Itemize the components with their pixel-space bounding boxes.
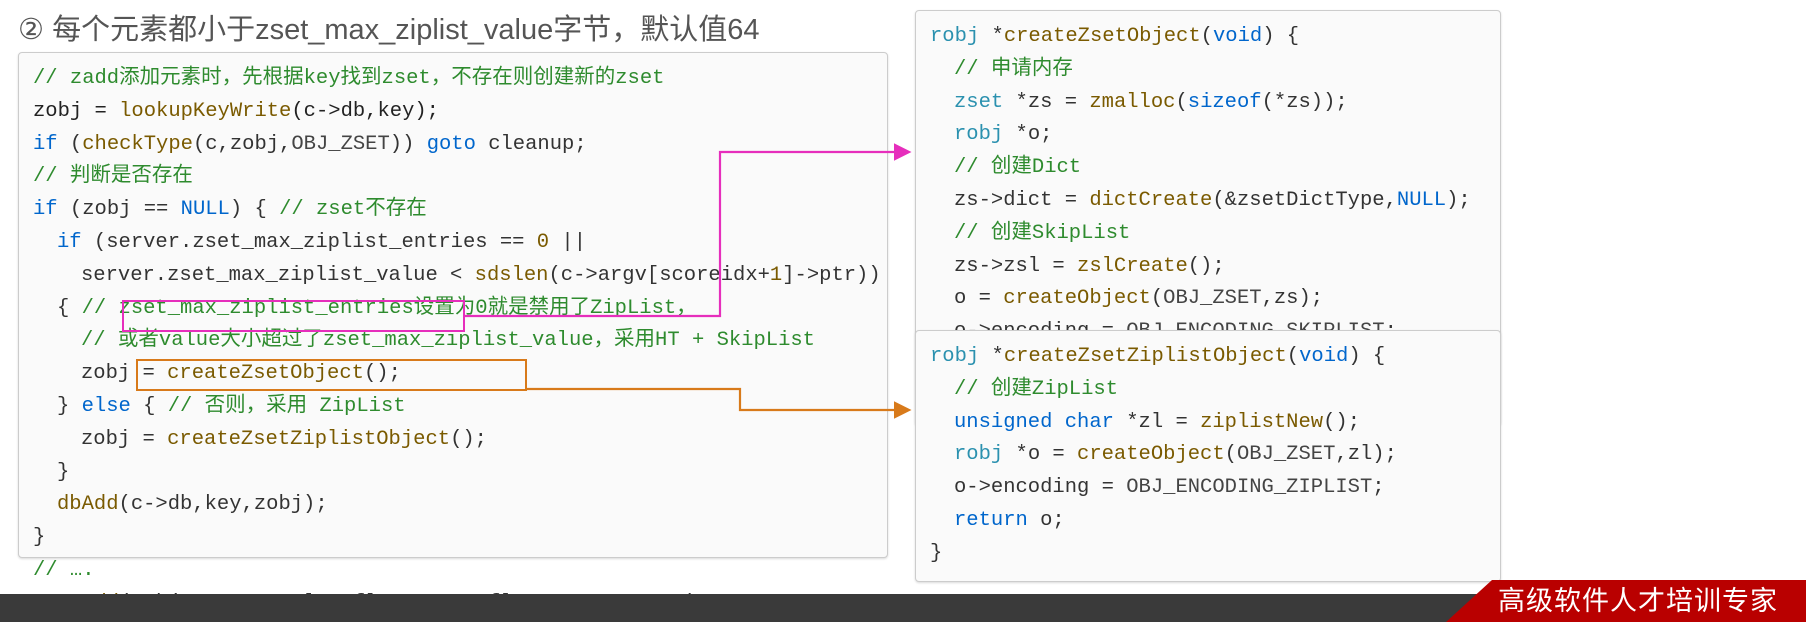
- code-comment: // zadd添加元素时，先根据key找到zset，不存在则创建新的zset: [33, 67, 664, 90]
- code-block-right-bottom: robj *createZsetZiplistObject(void) { //…: [915, 330, 1501, 582]
- footer-ribbon: 高级软件人才培训专家: [1446, 580, 1806, 622]
- code-text: zobj: [33, 100, 82, 123]
- footer-label: 高级软件人才培训专家: [1492, 580, 1806, 622]
- code-block-left: // zadd添加元素时，先根据key找到zset，不存在则创建新的zset z…: [18, 52, 888, 558]
- heading-number: ②: [18, 12, 44, 47]
- ribbon-triangle-icon: [1446, 580, 1492, 622]
- heading-text: 每个元素都小于zset_max_ziplist_value字节，默认值64: [52, 14, 759, 46]
- section-heading: ② 每个元素都小于zset_max_ziplist_value字节，默认值64: [0, 0, 1806, 48]
